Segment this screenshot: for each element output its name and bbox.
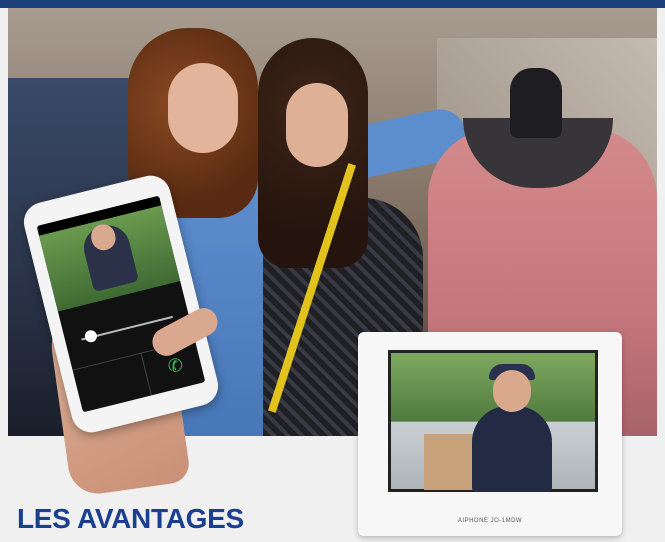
phone-answer-icon[interactable]: ✆ — [162, 352, 189, 379]
monitor-visitor-face — [493, 370, 531, 412]
monitor-brand-label: AIPHONE JO-1MDW — [457, 518, 523, 524]
mannequin-neck — [510, 68, 562, 138]
monitor-screen — [388, 350, 598, 492]
intercom-monitor: AIPHONE JO-1MDW — [358, 332, 622, 536]
phone-divider-vertical — [140, 352, 152, 396]
woman-face-2 — [286, 83, 348, 167]
section-headline: LES AVANTAGES — [17, 503, 244, 534]
top-accent-strip — [0, 0, 665, 8]
volume-slider-knob[interactable] — [83, 328, 99, 344]
woman-face — [168, 63, 238, 153]
monitor-visitor — [472, 406, 552, 492]
